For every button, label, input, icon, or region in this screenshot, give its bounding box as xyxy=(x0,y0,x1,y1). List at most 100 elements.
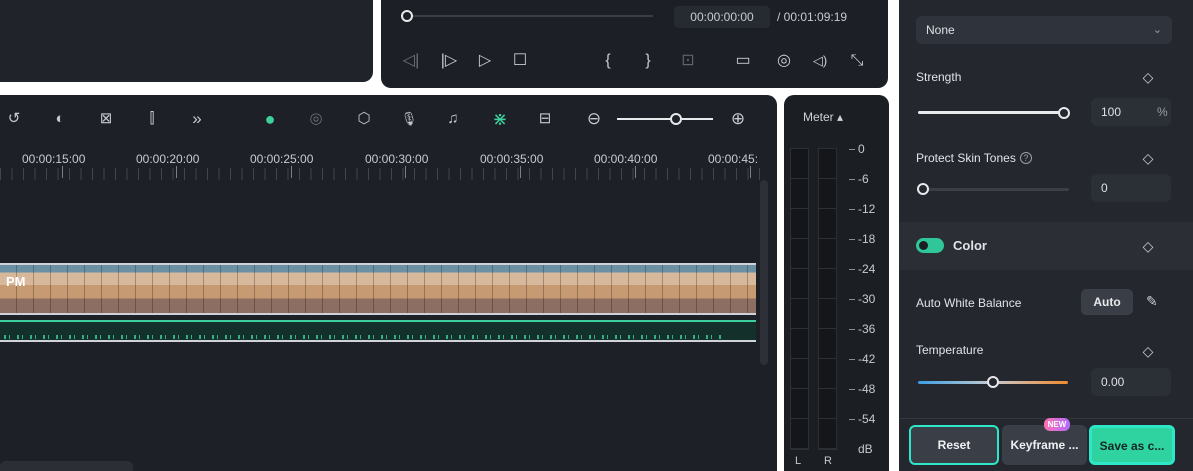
right-channel-label: R xyxy=(824,455,832,467)
color-section-label: Color xyxy=(953,238,987,253)
auto-white-balance-label: Auto White Balance xyxy=(916,296,1022,310)
ruler-major-tick xyxy=(62,166,63,178)
playback-scrubber[interactable] xyxy=(408,15,653,17)
temperature-label: Temperature xyxy=(916,343,984,357)
strength-slider-fill xyxy=(918,111,1064,114)
play-icon[interactable]: ▷ xyxy=(474,50,496,72)
chevron-down-icon: ⌄ xyxy=(1152,24,1162,36)
mark-in-icon[interactable]: { xyxy=(600,50,616,72)
display-settings-icon[interactable]: ▭ xyxy=(732,50,754,72)
meter-scale-label: 0 xyxy=(858,142,865,156)
zoom-slider-handle[interactable] xyxy=(670,113,682,125)
temperature-keyframe-icon[interactable]: ◇ xyxy=(1140,343,1156,359)
video-editor: 00:00:00:00 / 00:01:09:19 ◁| |▷ ▷ ☐ { } … xyxy=(0,0,1193,471)
meter-tick xyxy=(849,299,855,300)
temperature-value-field[interactable]: 0.00 xyxy=(1091,368,1171,396)
next-frame-icon[interactable]: |▷ xyxy=(438,50,460,72)
auto-white-balance-button[interactable]: Auto xyxy=(1081,289,1133,315)
ruler-major-tick xyxy=(291,166,292,178)
previous-frame-icon[interactable]: ◁| xyxy=(400,50,422,72)
keyframe-panel-button[interactable]: Keyframe ... xyxy=(1002,425,1087,465)
volume-icon[interactable]: ◁) xyxy=(808,50,832,72)
current-timecode: 00:00:00:00 xyxy=(674,6,770,28)
new-badge: NEW xyxy=(1044,418,1070,431)
skin-tones-slider-handle[interactable] xyxy=(917,183,929,195)
ruler-major-tick xyxy=(520,166,521,178)
temperature-slider-handle[interactable] xyxy=(987,376,999,388)
ruler-major-tick xyxy=(750,166,751,178)
fit-timeline-icon[interactable]: ⊟ xyxy=(533,107,557,131)
ruler-ticks xyxy=(0,168,760,180)
more-tools-icon[interactable]: » xyxy=(185,107,209,131)
snapshot-icon[interactable]: ◎ xyxy=(773,50,795,72)
meter-scale-label: -18 xyxy=(858,232,876,246)
ruler-time-label: 00:00:20:00 xyxy=(136,152,200,166)
meter-tick xyxy=(849,239,855,240)
color-toggle[interactable] xyxy=(916,238,944,253)
history-icon[interactable]: ↺ xyxy=(2,107,26,131)
strength-slider-handle[interactable] xyxy=(1058,107,1070,119)
preset-dropdown[interactable]: None ⌄ xyxy=(916,16,1172,44)
meter-unit-label: dB xyxy=(858,442,873,456)
play-circle-icon[interactable]: ◎ xyxy=(304,107,328,131)
shield-icon[interactable]: ⬡ xyxy=(352,107,376,131)
render-preview-icon[interactable]: ⊡ xyxy=(674,50,702,72)
strength-keyframe-icon[interactable]: ◇ xyxy=(1140,69,1156,85)
meter-scale-label: -6 xyxy=(858,172,869,186)
ruler-time-label: 00:00:30:00 xyxy=(365,152,429,166)
meter-scale-label: -30 xyxy=(858,292,876,306)
strength-unit: % xyxy=(1157,105,1168,119)
audio-waveform xyxy=(4,335,724,339)
save-as-custom-button[interactable]: Save as c... xyxy=(1089,425,1175,465)
left-channel-label: L xyxy=(795,455,802,467)
meter-tick xyxy=(849,359,855,360)
color-palette-icon[interactable]: ◐ xyxy=(48,107,72,131)
mark-out-icon[interactable]: } xyxy=(640,50,656,72)
meter-scale-label: -24 xyxy=(858,262,876,276)
snap-icon[interactable]: ⋇ xyxy=(488,107,512,131)
meter-scale-label: -42 xyxy=(858,352,876,366)
skin-tones-keyframe-icon[interactable]: ◇ xyxy=(1140,150,1156,166)
ruler-major-tick xyxy=(635,166,636,178)
microphone-icon[interactable]: 🎙 xyxy=(397,107,421,131)
ruler-major-tick xyxy=(405,166,406,178)
strength-label: Strength xyxy=(916,70,962,84)
music-icon[interactable]: ♫ xyxy=(441,107,465,131)
split-icon[interactable]: ⫿ xyxy=(140,107,164,131)
ai-avatar-icon[interactable]: ● xyxy=(258,107,282,131)
ruler-time-label: 00:00:40:00 xyxy=(594,152,658,166)
help-icon[interactable]: ? xyxy=(1019,152,1032,164)
stop-icon[interactable]: ☐ xyxy=(509,50,531,72)
fullscreen-icon[interactable]: ⤡ xyxy=(846,50,868,72)
meter-right-channel xyxy=(818,148,837,450)
clip-label: PM xyxy=(6,274,26,289)
ruler-time-label: 00:00:15:00 xyxy=(22,152,86,166)
zoom-out-icon[interactable]: ⊖ xyxy=(582,107,606,131)
zoom-slider[interactable] xyxy=(617,118,713,120)
preset-value: None xyxy=(926,23,955,37)
timeline-vertical-scrollbar[interactable] xyxy=(760,180,768,365)
skin-tones-value-field[interactable]: 0 xyxy=(1091,174,1171,202)
meter-tick xyxy=(849,209,855,210)
timeline-bottom-tab[interactable] xyxy=(0,461,133,471)
color-keyframe-icon[interactable]: ◇ xyxy=(1140,238,1156,254)
zoom-in-icon[interactable]: ⊕ xyxy=(726,107,750,131)
video-clip[interactable] xyxy=(0,263,756,315)
meter-tick xyxy=(849,419,855,420)
meter-scale-label: -54 xyxy=(858,412,876,426)
eyedropper-icon[interactable]: ✎ xyxy=(1146,293,1158,310)
ruler-time-label: 00:00:45: xyxy=(708,152,759,166)
playhead-handle[interactable] xyxy=(401,10,413,22)
reset-button[interactable]: Reset xyxy=(909,425,999,465)
meter-scale-label: -48 xyxy=(858,382,876,396)
meter-tick xyxy=(849,329,855,330)
meter-left-channel xyxy=(790,148,809,450)
marker-tool-icon[interactable]: ⊠ xyxy=(94,107,118,131)
media-panel xyxy=(0,0,373,82)
protect-skin-tones-text: Protect Skin Tones xyxy=(916,151,1016,165)
meter-scale-label: -36 xyxy=(858,322,876,336)
meter-title[interactable]: Meter ▴ xyxy=(803,110,843,124)
skin-tones-slider[interactable] xyxy=(923,188,1069,191)
meter-tick xyxy=(849,389,855,390)
meter-tick xyxy=(849,149,855,150)
